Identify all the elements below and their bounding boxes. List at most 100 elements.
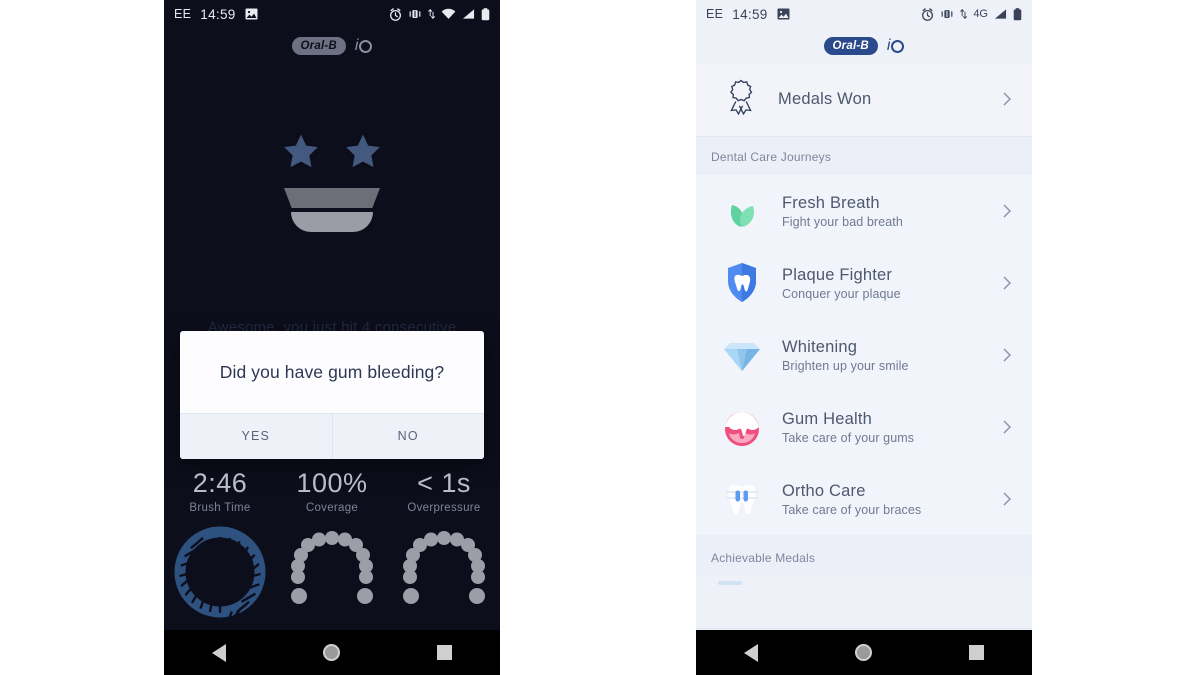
brushing-results-body: Awesome, you just hit 4 consecutive Did … xyxy=(164,64,500,675)
status-bar-left: EE 14:59 xyxy=(164,0,500,28)
stats-values-row: 2:46 Brush Time 100% Coverage < 1s Overp… xyxy=(164,468,500,514)
journey-text: Plaque Fighter Conquer your plaque xyxy=(782,265,982,302)
vibrate-icon xyxy=(940,8,954,20)
journey-row-fresh-breath[interactable]: Fresh Breath Fight your bad breath xyxy=(696,175,1032,247)
stat-value: 2:46 xyxy=(192,468,248,498)
carrier-label: EE xyxy=(706,7,724,21)
overpressure-dental-arch xyxy=(388,526,500,618)
brush-time-gauge xyxy=(164,526,276,619)
journey-text: Fresh Breath Fight your bad breath xyxy=(782,193,982,230)
image-icon xyxy=(777,8,790,20)
stat-value: 100% xyxy=(296,468,368,498)
medals-won-label: Medals Won xyxy=(778,89,872,108)
dental-arch-icon xyxy=(403,531,485,605)
journey-subtitle: Take care of your gums xyxy=(782,431,915,446)
clock-label: 14:59 xyxy=(732,6,768,22)
medals-won-row[interactable]: Medals Won xyxy=(696,64,1032,137)
smiley-face-graphic xyxy=(164,132,500,232)
challenges-body: Medals Won Dental Care Journeys Fresh Br… xyxy=(696,64,1032,675)
stat-brush-time: 2:46 Brush Time xyxy=(164,468,276,514)
chevron-right-icon xyxy=(998,346,1016,364)
journey-row-ortho-care[interactable]: Ortho Care Take care of your braces xyxy=(696,463,1032,535)
phone-left-brushing-results: EE 14:59 Oral-B i Awesome, you just hit … xyxy=(164,0,500,675)
stat-label: Brush Time xyxy=(189,502,251,515)
braces-tooth-icon xyxy=(718,475,766,523)
android-nav-bar-right xyxy=(696,630,1032,675)
battery-icon xyxy=(481,7,490,21)
star-icon xyxy=(281,132,321,172)
diamond-icon xyxy=(718,331,766,379)
journey-subtitle: Take care of your braces xyxy=(782,503,922,518)
io-letter-o xyxy=(891,39,905,53)
journey-subtitle: Fight your bad breath xyxy=(782,215,903,230)
chevron-right-icon xyxy=(998,274,1016,292)
nav-back-icon[interactable] xyxy=(744,643,759,662)
oral-b-logo: Oral-B xyxy=(291,37,346,55)
io-logo: i xyxy=(355,37,373,55)
nav-home-icon[interactable] xyxy=(854,644,872,661)
no-button[interactable]: NO xyxy=(333,414,485,459)
status-bar-right-group xyxy=(389,7,490,21)
stat-value: < 1s xyxy=(417,468,471,498)
brand-logo-right: Oral-B i xyxy=(696,28,1032,64)
journeys-list: Fresh Breath Fight your bad breath Plaqu… xyxy=(696,175,1032,535)
journey-text: Whitening Brighten up your smile xyxy=(782,337,982,374)
battery-icon xyxy=(1013,7,1022,21)
wifi-icon xyxy=(441,8,456,20)
network-type-label: 4G xyxy=(973,8,988,20)
mint-leaves-icon xyxy=(718,187,766,235)
section-header-journeys: Dental Care Journeys xyxy=(696,137,1032,175)
alarm-icon xyxy=(921,7,934,21)
journey-title: Gum Health xyxy=(782,409,873,428)
stat-overpressure: < 1s Overpressure xyxy=(388,468,500,514)
journey-title: Whitening xyxy=(782,337,858,356)
journey-text: Ortho Care Take care of your braces xyxy=(782,481,982,518)
status-bar-left-group: EE 14:59 xyxy=(706,7,790,22)
chevron-right-icon xyxy=(998,490,1016,508)
shield-tooth-icon xyxy=(718,259,766,307)
yes-button[interactable]: YES xyxy=(180,414,332,459)
achievable-medals-partial-row[interactable] xyxy=(696,575,1032,585)
stat-label: Coverage xyxy=(305,502,359,515)
stat-coverage: 100% Coverage xyxy=(276,468,388,514)
journey-row-plaque-fighter[interactable]: Plaque Fighter Conquer your plaque xyxy=(696,247,1032,319)
coverage-dental-arch xyxy=(276,526,388,618)
signal-icon xyxy=(462,8,475,20)
status-bar-left-group: EE 14:59 xyxy=(174,7,258,22)
dental-arch-icon xyxy=(291,531,373,605)
clock-label: 14:59 xyxy=(200,6,236,22)
nav-home-icon[interactable] xyxy=(322,644,340,661)
data-transfer-icon xyxy=(960,8,968,20)
brushing-stats: 2:46 Brush Time 100% Coverage < 1s Overp… xyxy=(164,468,500,619)
nav-recents-icon[interactable] xyxy=(436,645,452,660)
teeth-lower-shape xyxy=(291,212,373,232)
journey-text: Gum Health Take care of your gums xyxy=(782,409,982,446)
carrier-label: EE xyxy=(174,7,192,21)
status-bar-right-group: 4G xyxy=(921,7,1022,21)
medal-ribbon-icon xyxy=(718,76,764,122)
chevron-right-icon xyxy=(998,90,1016,108)
image-icon xyxy=(245,8,258,20)
nav-back-icon[interactable] xyxy=(212,643,227,662)
journey-row-gum-health[interactable]: Gum Health Take care of your gums xyxy=(696,391,1032,463)
section-header-achievable-medals: Achievable Medals xyxy=(696,535,1032,575)
teeth-upper-shape xyxy=(284,188,380,208)
status-bar-right: EE 14:59 4G xyxy=(696,0,1032,28)
gum-bleeding-dialog: Did you have gum bleeding? YES NO xyxy=(180,331,484,459)
alarm-icon xyxy=(389,7,402,21)
signal-icon xyxy=(994,8,1007,20)
journey-title: Ortho Care xyxy=(782,481,866,500)
dialog-title: Did you have gum bleeding? xyxy=(219,362,445,382)
oral-b-logo: Oral-B xyxy=(823,37,878,55)
io-logo: i xyxy=(887,37,905,55)
journey-title: Fresh Breath xyxy=(782,193,880,212)
journey-row-whitening[interactable]: Whitening Brighten up your smile xyxy=(696,319,1032,391)
stat-label: Overpressure xyxy=(407,502,481,515)
ring-gauge-icon xyxy=(174,526,266,619)
android-nav-bar-left xyxy=(164,630,500,675)
journey-subtitle: Brighten up your smile xyxy=(782,359,909,374)
nav-recents-icon[interactable] xyxy=(968,645,984,660)
journey-title: Plaque Fighter xyxy=(782,265,893,284)
io-letter-o xyxy=(359,39,373,53)
vibrate-icon xyxy=(408,8,422,20)
